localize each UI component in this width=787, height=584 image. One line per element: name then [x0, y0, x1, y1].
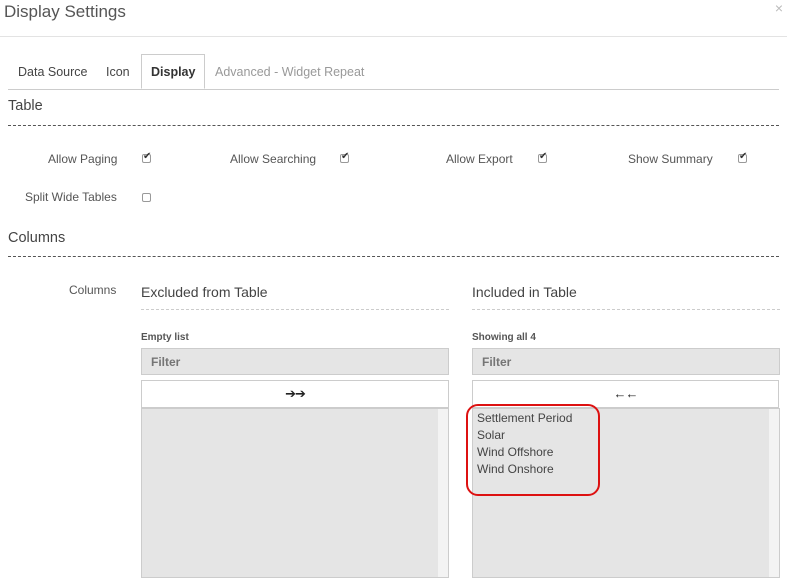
- excluded-list-title: Excluded from Table: [141, 284, 268, 300]
- double-arrow-right-icon: ➔➔: [285, 386, 306, 401]
- columns-field-label: Columns: [69, 283, 117, 297]
- table-section-divider: [8, 125, 779, 126]
- excluded-filter-input[interactable]: [141, 348, 449, 375]
- excluded-list-info: Empty list: [141, 332, 189, 343]
- included-filter-input[interactable]: [472, 348, 780, 375]
- allow-paging-checkbox[interactable]: [142, 151, 151, 163]
- highlight-annotation: [466, 404, 600, 496]
- show-summary-checkbox[interactable]: [738, 151, 747, 163]
- show-summary-label: Show Summary: [628, 152, 713, 166]
- allow-paging-label: Allow Paging: [48, 152, 118, 166]
- tab-data-source[interactable]: Data Source: [18, 54, 87, 88]
- included-list-title: Included in Table: [472, 284, 577, 300]
- split-wide-tables-checkbox[interactable]: [142, 193, 151, 202]
- table-section-title: Table: [8, 98, 43, 114]
- header-divider: [0, 36, 787, 37]
- dialog-title: Display Settings: [4, 2, 126, 21]
- included-list-info: Showing all 4: [472, 332, 536, 343]
- tab-bar: Data Source Icon Display Advanced - Widg…: [8, 54, 779, 90]
- columns-section-title: Columns: [8, 230, 66, 246]
- excluded-listbox-scrollbar[interactable]: [438, 409, 448, 577]
- columns-section-divider: [8, 256, 779, 257]
- excluded-list-divider: [141, 309, 449, 310]
- included-list-divider: [472, 309, 780, 310]
- close-icon[interactable]: ×: [775, 0, 783, 16]
- allow-export-label: Allow Export: [446, 152, 513, 166]
- tab-advanced-widget-repeat[interactable]: Advanced - Widget Repeat: [215, 54, 364, 88]
- tab-icon[interactable]: Icon: [106, 54, 130, 88]
- move-all-to-included-button[interactable]: ➔➔: [141, 380, 449, 408]
- allow-searching-checkbox[interactable]: [340, 151, 349, 163]
- tab-display[interactable]: Display: [141, 54, 206, 89]
- allow-searching-label: Allow Searching: [230, 152, 317, 166]
- included-listbox-scrollbar[interactable]: [769, 409, 779, 577]
- split-wide-tables-label: Split Wide Tables: [25, 190, 117, 204]
- allow-export-checkbox[interactable]: [538, 151, 547, 163]
- excluded-listbox[interactable]: [141, 408, 449, 578]
- double-arrow-left-icon: ←←: [613, 386, 639, 401]
